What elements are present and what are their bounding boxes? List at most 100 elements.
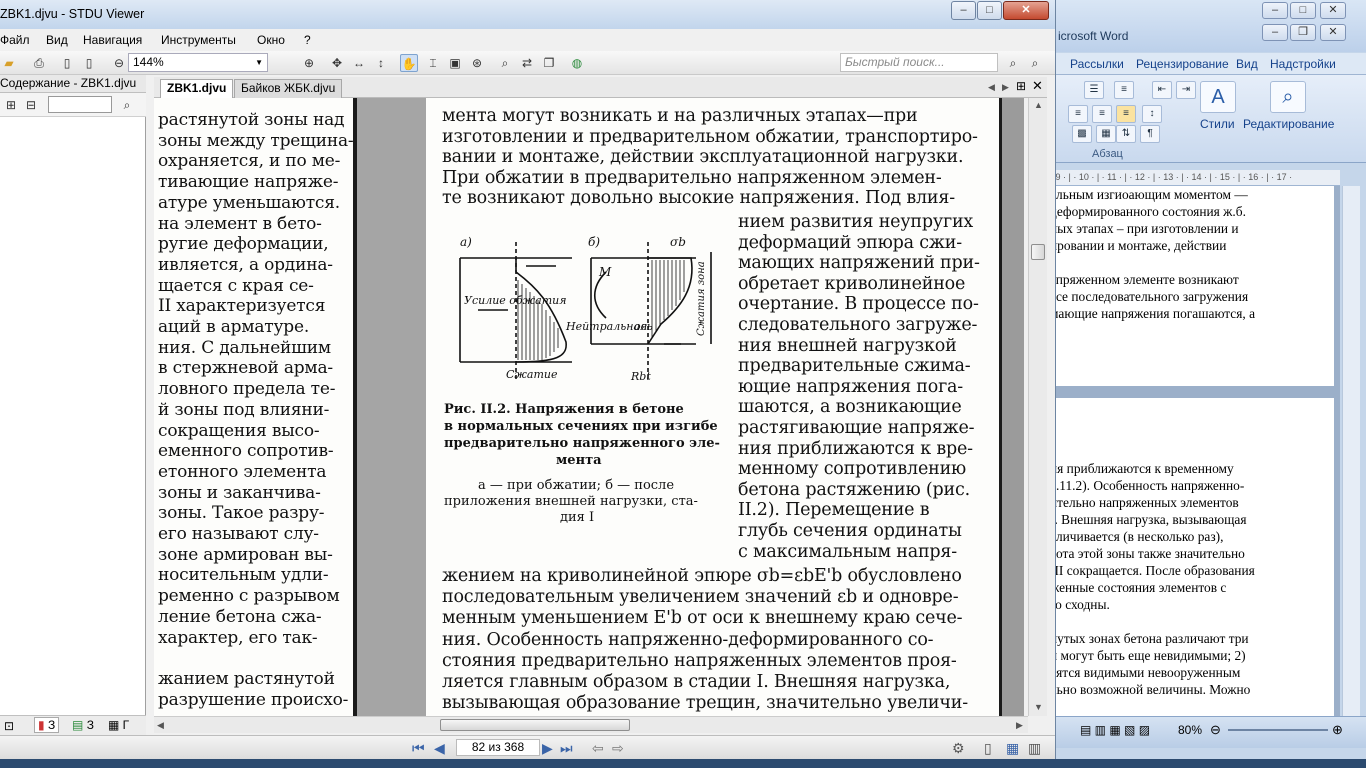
two-pages-icon[interactable]: ▯ — [80, 54, 98, 72]
menu-window[interactable]: Окно — [257, 33, 285, 47]
sync-icon[interactable]: ⇄ — [518, 54, 536, 72]
vertical-scroll-thumb[interactable] — [1031, 244, 1045, 260]
word-text-line: ительно напряженных элементов — [1050, 495, 1239, 510]
bookmark-list-icon[interactable]: ⊟ — [22, 96, 40, 114]
continuous-view-icon[interactable]: ▦ — [1006, 740, 1019, 757]
tab-scroll-right-icon[interactable]: ▶ — [1002, 82, 1009, 93]
word-zoom-slider[interactable] — [1228, 729, 1328, 731]
first-page-icon[interactable]: ⏮ — [412, 740, 425, 757]
scroll-right-icon[interactable]: ▶ — [1016, 720, 1023, 731]
panel-tab-contents[interactable]: ▮ З — [34, 717, 60, 733]
sort-icon[interactable]: ⇅ — [1116, 125, 1136, 143]
word-tab-mailings[interactable]: Рассылки — [1070, 57, 1124, 71]
word-maximize-button[interactable]: □ — [1290, 2, 1316, 19]
decrease-indent-icon[interactable]: ⇤ — [1152, 81, 1172, 99]
tab-zbk1[interactable]: ZBK1.djvu — [160, 79, 234, 98]
zoom-in-icon[interactable]: ⊕ — [300, 54, 318, 72]
previous-page-icon[interactable]: ◀ — [434, 740, 445, 757]
word-vertical-scrollbar[interactable] — [1342, 186, 1360, 716]
tab-scroll-left-icon[interactable]: ◀ — [988, 82, 995, 93]
scroll-left-icon[interactable]: ◀ — [157, 720, 164, 731]
styles-icon[interactable]: A — [1200, 81, 1236, 113]
line-spacing-icon[interactable]: ↕ — [1142, 105, 1162, 123]
last-page-icon[interactable]: ⏭ — [560, 740, 573, 757]
word-view-buttons[interactable]: ▤ ▥ ▦ ▧ ▨ — [1080, 723, 1150, 737]
doc-text-line: ивляется, а ордина- — [158, 254, 333, 275]
menu-view[interactable]: Вид — [46, 33, 68, 47]
next-page-icon[interactable]: ▶ — [542, 740, 553, 757]
bookmark-icon[interactable]: ⊞ — [2, 96, 20, 114]
copy-icon[interactable]: ❐ — [540, 54, 558, 72]
word-doc-minimize-button[interactable]: – — [1262, 24, 1288, 41]
editing-icon[interactable]: ⌕ — [1270, 81, 1306, 113]
contents-search-icon[interactable]: ⌕ — [118, 96, 136, 114]
bullets-icon[interactable]: ☰ — [1084, 81, 1104, 99]
word-doc-restore-button[interactable]: ❐ — [1290, 24, 1316, 41]
single-view-icon[interactable]: ▯ — [984, 740, 992, 757]
tab-list-icon[interactable]: ⊞ — [1016, 79, 1026, 93]
scroll-down-icon[interactable]: ▼ — [1034, 702, 1043, 712]
search-icon[interactable]: ⌕ — [1004, 54, 1022, 72]
fit-height-icon[interactable]: ↕ — [372, 54, 390, 72]
doc-text-line: вании и монтаже, действии эксплуатационн… — [442, 147, 964, 167]
panel-tab-thumbnails[interactable]: ▦ Г — [108, 718, 129, 732]
word-tab-addins[interactable]: Надстройки — [1270, 57, 1336, 71]
menu-tools[interactable]: Инструменты — [161, 33, 236, 47]
select-text-icon[interactable]: ⌶ — [424, 54, 442, 72]
doc-text-line: растянутой зоны над — [158, 110, 345, 130]
history-forward-icon[interactable]: ⇨ — [612, 740, 624, 757]
minimize-button[interactable]: – — [951, 1, 976, 20]
menu-file[interactable]: Файл — [0, 33, 30, 47]
menu-navigation[interactable]: Навигация — [83, 33, 142, 47]
align-left-icon[interactable]: ≡ — [1068, 105, 1088, 123]
print-icon[interactable]: ⎙ — [30, 54, 48, 72]
justify-icon[interactable]: ≡ — [1116, 105, 1136, 123]
globe-icon[interactable]: ◍ — [568, 54, 586, 72]
horizontal-scrollbar[interactable]: ◀ ▶ — [154, 716, 1028, 733]
horizontal-scroll-thumb[interactable] — [440, 719, 630, 731]
menu-help[interactable]: ? — [304, 33, 311, 47]
quick-search-input[interactable]: Быстрый поиск... — [840, 53, 998, 72]
word-tab-view[interactable]: Вид — [1236, 57, 1258, 71]
numbering-icon[interactable]: ≡ — [1114, 81, 1134, 99]
facing-view-icon[interactable]: ▥ — [1028, 740, 1041, 757]
shading-icon[interactable]: ▩ — [1072, 125, 1092, 143]
history-back-icon[interactable]: ⇦ — [592, 740, 604, 757]
word-doc-close-button[interactable]: ✕ — [1320, 24, 1346, 41]
increase-indent-icon[interactable]: ⇥ — [1176, 81, 1196, 99]
zoom-out-icon[interactable]: ⊖ — [110, 54, 128, 72]
search-next-icon[interactable]: ⌕ — [1026, 54, 1044, 72]
tab-close-icon[interactable]: ✕ — [1032, 78, 1043, 94]
page-number-field[interactable]: 82 из 368 — [456, 739, 540, 756]
fit-width-icon[interactable]: ↔ — [350, 54, 368, 72]
word-tab-review[interactable]: Рецензирование — [1136, 57, 1229, 71]
zoom-in-icon[interactable]: ⊕ — [1332, 722, 1343, 738]
panel-tab-scroll-icon[interactable]: ⊡ — [4, 719, 14, 733]
scroll-up-icon[interactable]: ▲ — [1034, 100, 1043, 110]
single-page-icon[interactable]: ▯ — [58, 54, 76, 72]
magnifier-icon[interactable]: ⊛ — [468, 54, 486, 72]
word-text-line: III сокращается. После образования — [1050, 563, 1255, 578]
doc-text-line: шаются, а возникающие — [738, 397, 962, 418]
contents-search-input[interactable] — [48, 96, 112, 113]
fit-page-icon[interactable]: ✥ — [328, 54, 346, 72]
find-icon[interactable]: ⌕ — [496, 54, 514, 72]
align-center-icon[interactable]: ≡ — [1092, 105, 1112, 123]
vertical-scrollbar[interactable]: ▲ ▼ — [1028, 98, 1047, 716]
figure-caption-line: мента — [556, 453, 602, 468]
borders-icon[interactable]: ▦ — [1096, 125, 1116, 143]
open-folder-icon[interactable]: ▰ — [0, 54, 18, 72]
zoom-select[interactable]: 144% ▼ — [128, 53, 268, 72]
select-image-icon[interactable]: ▣ — [446, 54, 464, 72]
word-minimize-button[interactable]: – — [1262, 2, 1288, 19]
panel-tab-bookmarks[interactable]: ▤ З — [72, 718, 94, 732]
document-viewport[interactable]: растянутой зоны над зоны между трещина-ох… — [154, 98, 1024, 716]
word-close-button[interactable]: ✕ — [1320, 2, 1346, 19]
pilcrow-icon[interactable]: ¶ — [1140, 125, 1160, 143]
tab-baikov[interactable]: Байков ЖБК.djvu — [234, 79, 343, 98]
hand-tool-icon[interactable]: ✋ — [400, 54, 418, 72]
close-button[interactable]: ✕ — [1003, 1, 1049, 20]
settings-icon[interactable]: ⚙ — [952, 740, 965, 757]
zoom-out-icon[interactable]: ⊖ — [1210, 722, 1221, 738]
maximize-button[interactable]: □ — [977, 1, 1002, 20]
